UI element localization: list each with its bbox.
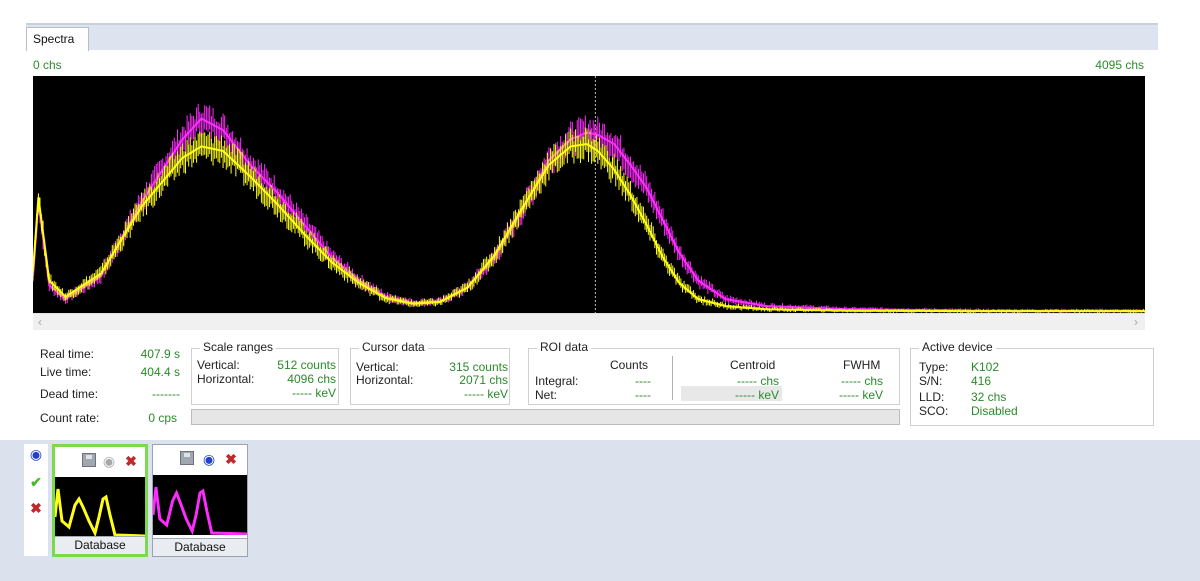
eye-icon[interactable]: ◉ [201,451,217,467]
device-type-label: Type: [919,360,949,374]
thumbnail-caption: Database [153,538,247,556]
scale-horizontal-value: 4096 chs [287,372,336,386]
roi-centroid-kev: ----- keV [735,388,779,402]
device-sco-label: SCO: [919,404,949,418]
thumbnail-preview [153,475,247,535]
delete-icon[interactable]: ✖ [123,453,139,469]
cursor-horizontal-value: 2071 chs [459,373,508,387]
roi-integral-counts: ---- [635,374,651,388]
real-time-value: 407.9 s [140,347,180,361]
scale-vertical-label: Vertical: [197,358,240,372]
active-device-title: Active device [919,340,996,354]
side-toolbar: ◉ ✔ ✖ [24,444,48,556]
cursor-horizontal-label: Horizontal: [356,373,414,387]
device-sco-value: Disabled [971,404,1018,418]
device-lld-value: 32 chs [971,390,1007,404]
roi-fwhm-kev: ----- keV [839,388,883,402]
save-icon[interactable] [179,451,195,467]
horizontal-scrollbar[interactable]: ‹ › [33,313,1145,330]
spectrum-plot[interactable] [33,76,1145,313]
axis-left-label: 0 chs [33,58,62,72]
cursor-vertical-value: 315 counts [449,360,508,374]
cursor-kev-value: ----- keV [464,387,508,401]
roi-fwhm-chs: ----- chs [841,374,883,388]
cursor-data-title: Cursor data [359,340,428,354]
roi-fwhm-header: FWHM [843,358,881,372]
eye-icon[interactable]: ◉ [28,446,44,462]
device-type-value: K102 [971,360,1000,374]
dead-time-label: Dead time: [40,387,99,401]
spectrum-thumbnail-2[interactable]: ◉ ✖ Database [152,444,248,557]
live-time-value: 404.4 s [140,365,180,379]
device-sn-value: 416 [971,374,992,388]
count-rate-label: Count rate: [40,411,100,425]
thumbnail-toolbar: ◉ ✖ [55,447,145,477]
scale-kev-value: ----- keV [292,386,336,400]
dead-time-value: ------- [152,387,180,401]
cursor-vertical-label: Vertical: [356,360,399,374]
delete-icon[interactable]: ✖ [28,500,44,516]
scale-ranges-title: Scale ranges [200,340,277,354]
save-icon[interactable] [81,453,97,469]
scale-vertical-value: 512 counts [277,358,336,372]
scroll-left-icon[interactable]: ‹ [33,314,47,330]
device-lld-label: LLD: [919,390,945,404]
series-2-noise [33,127,1145,313]
tab-spectra[interactable]: Spectra [26,27,90,51]
acquisition-progress-bar [191,409,900,425]
count-rate-value: 0 cps [148,411,177,425]
real-time-label: Real time: [40,347,95,361]
spectrum-thumbnail-1[interactable]: ◉ ✖ Database [52,444,148,557]
tab-strip: Spectra [26,25,1158,51]
roi-counts-header: Counts [610,358,649,372]
delete-icon[interactable]: ✖ [223,451,239,467]
live-time-label: Live time: [40,365,92,379]
thumbnail-toolbar: ◉ ✖ [153,445,247,475]
roi-net-counts: ---- [635,388,651,402]
axis-right-label: 4095 chs [1095,58,1144,72]
thumbnail-preview [55,477,145,537]
scroll-right-icon[interactable]: › [1129,314,1143,330]
series-2-line [33,142,1145,313]
thumbnail-caption: Database [55,536,145,554]
eye-icon[interactable]: ◉ [101,453,117,469]
roi-data-title: ROI data [537,340,592,354]
check-icon[interactable]: ✔ [28,474,44,490]
roi-net-label: Net: [535,388,558,402]
scale-horizontal-label: Horizontal: [197,372,255,386]
roi-centroid-header: Centroid [730,358,776,372]
roi-integral-label: Integral: [535,374,579,388]
roi-centroid-chs: ----- chs [737,374,779,388]
roi-divider [672,356,673,400]
device-sn-label: S/N: [919,374,943,388]
